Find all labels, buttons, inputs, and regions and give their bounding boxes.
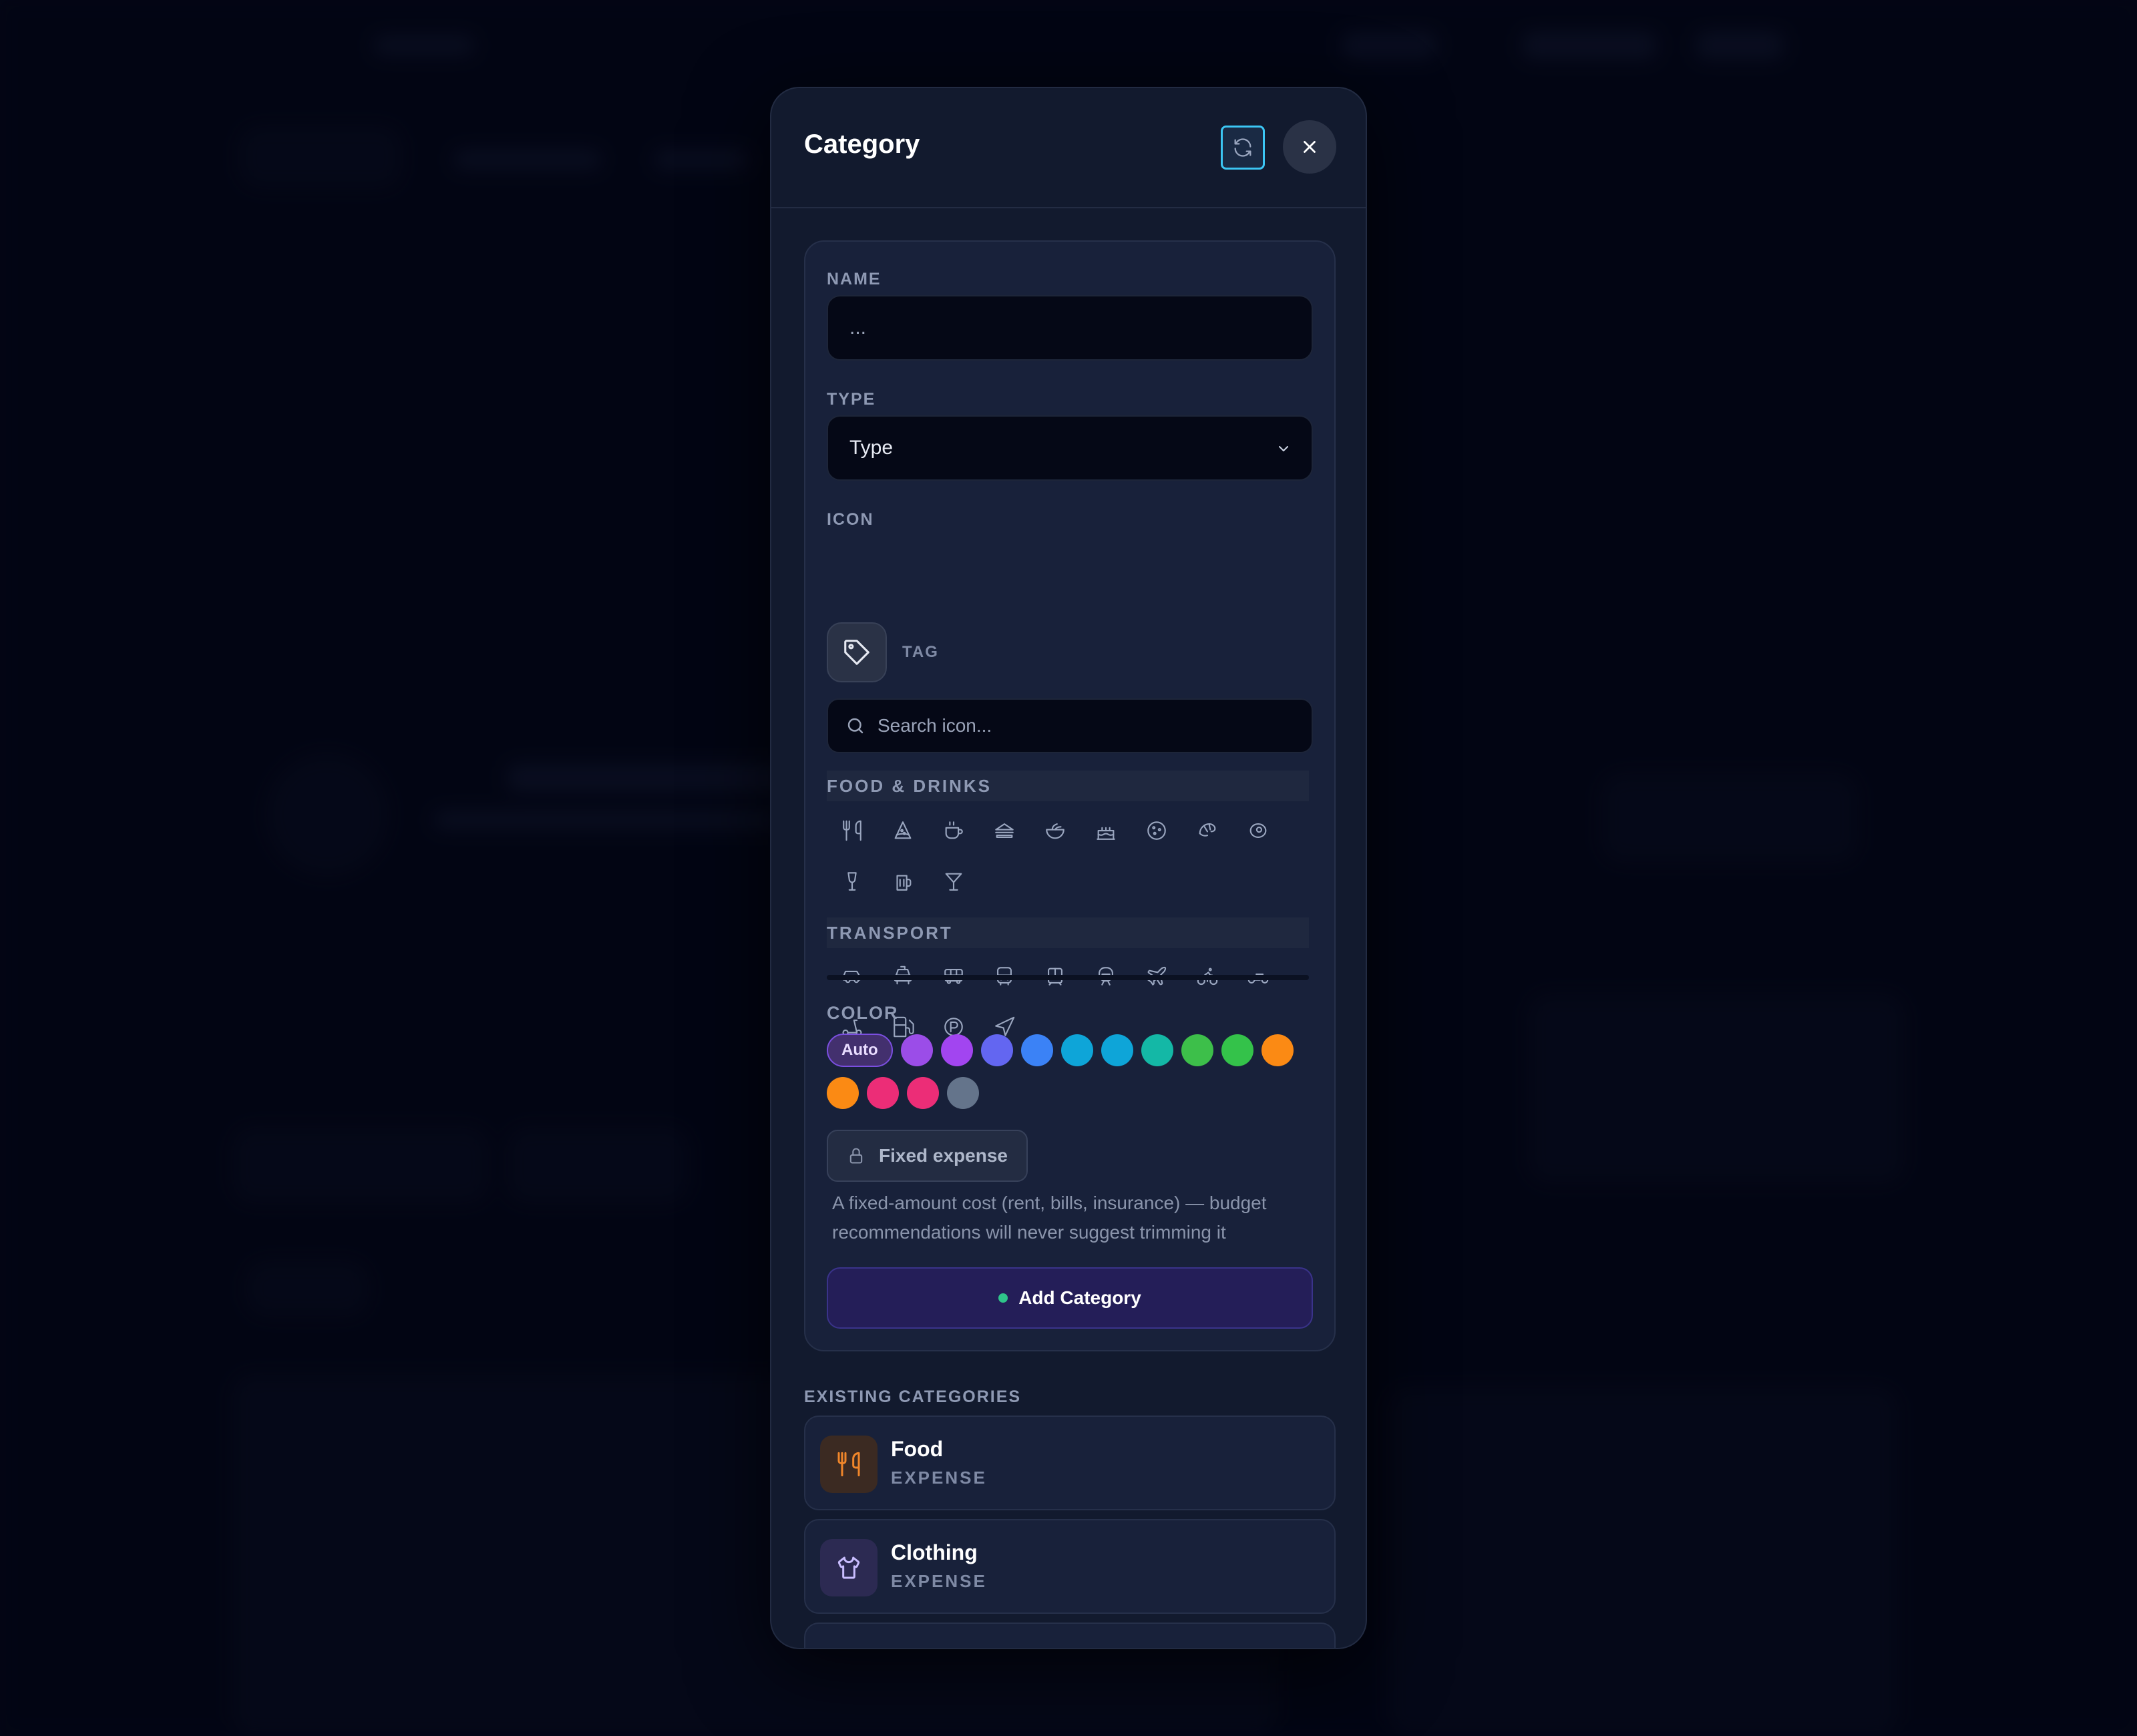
status-dot bbox=[998, 1293, 1008, 1303]
color-swatch[interactable] bbox=[947, 1077, 979, 1109]
category-item-food[interactable]: Food EXPENSE bbox=[804, 1416, 1336, 1510]
color-swatch[interactable] bbox=[940, 1034, 973, 1066]
utensils-icon bbox=[837, 1452, 860, 1477]
icon-option-utensils[interactable] bbox=[827, 805, 878, 856]
chevron-down-icon bbox=[1279, 446, 1288, 451]
pizza-icon bbox=[894, 821, 912, 839]
type-select[interactable]: Type bbox=[827, 415, 1313, 481]
lock-icon bbox=[849, 1148, 863, 1164]
close-icon bbox=[1304, 141, 1316, 153]
color-swatch[interactable] bbox=[1020, 1034, 1053, 1066]
category-modal: Category NAME TYPE Type ICON bbox=[770, 87, 1367, 1649]
icon-option-croissant[interactable] bbox=[1182, 805, 1233, 856]
color-label: COLOR bbox=[827, 1003, 899, 1023]
icon-search-input[interactable] bbox=[878, 715, 1278, 736]
add-category-button[interactable]: Add Category bbox=[827, 1267, 1313, 1329]
type-select-value: Type bbox=[849, 437, 894, 459]
cake-icon bbox=[1097, 827, 1115, 840]
category-form: NAME TYPE Type ICON TAG FOOD & DRINKS TR… bbox=[804, 240, 1336, 1351]
fixed-expense-toggle[interactable]: Fixed expense bbox=[827, 1130, 1028, 1182]
color-auto-chip[interactable]: Auto bbox=[827, 1034, 893, 1067]
icon-option-cake[interactable] bbox=[1081, 805, 1131, 856]
type-label: TYPE bbox=[827, 390, 876, 409]
icon-group-transport-title: TRANSPORT bbox=[827, 917, 1309, 948]
selected-icon-preview bbox=[827, 622, 887, 682]
category-icon-wrapper bbox=[820, 1539, 878, 1596]
icon-grid-food bbox=[827, 805, 1309, 907]
icon-option-wine[interactable] bbox=[827, 856, 878, 907]
category-name: Food bbox=[891, 1437, 944, 1461]
category-icon-wrapper bbox=[820, 1436, 878, 1493]
color-swatch[interactable] bbox=[907, 1077, 939, 1109]
icon-option-salad[interactable] bbox=[1030, 805, 1081, 856]
color-swatch[interactable] bbox=[900, 1034, 933, 1066]
utensils-icon bbox=[843, 820, 861, 841]
cookie-icon bbox=[1147, 821, 1166, 840]
wine-icon bbox=[847, 872, 857, 891]
coffee-icon bbox=[945, 821, 963, 839]
fixed-expense-label: Fixed expense bbox=[879, 1145, 1008, 1166]
color-swatch[interactable] bbox=[1141, 1034, 1173, 1066]
category-type: EXPENSE bbox=[891, 1468, 987, 1488]
existing-categories-label: EXISTING CATEGORIES bbox=[804, 1387, 1022, 1406]
fixed-expense-description: A fixed-amount cost (rent, bills, insura… bbox=[832, 1192, 1267, 1243]
color-swatch[interactable] bbox=[1261, 1034, 1294, 1066]
shirt-icon bbox=[837, 1556, 860, 1579]
icon-option-beer[interactable] bbox=[878, 856, 928, 907]
category-name: Clothing bbox=[891, 1540, 978, 1564]
color-swatch[interactable] bbox=[1181, 1034, 1213, 1066]
tag-icon bbox=[844, 640, 869, 665]
icon-label: ICON bbox=[827, 510, 874, 529]
beer-icon bbox=[896, 875, 912, 891]
close-button[interactable] bbox=[1283, 120, 1336, 174]
name-label: NAME bbox=[827, 270, 882, 288]
name-input[interactable] bbox=[849, 316, 1250, 339]
refresh-button[interactable] bbox=[1221, 126, 1265, 170]
search-icon bbox=[847, 718, 863, 734]
salad-icon bbox=[1046, 823, 1064, 839]
add-category-label: Add Category bbox=[1018, 1287, 1141, 1308]
beef-icon bbox=[1249, 823, 1267, 838]
color-swatch[interactable] bbox=[1101, 1034, 1133, 1066]
icon-option-cookie[interactable] bbox=[1131, 805, 1182, 856]
category-item-clothing[interactable]: Clothing EXPENSE bbox=[804, 1519, 1336, 1614]
icon-list-scrollbar[interactable] bbox=[827, 975, 1309, 980]
color-swatch[interactable] bbox=[867, 1077, 899, 1109]
modal-title: Category bbox=[804, 130, 920, 159]
name-field-wrapper bbox=[827, 295, 1313, 361]
croissant-icon bbox=[1199, 823, 1216, 837]
icon-option-coffee[interactable] bbox=[928, 805, 979, 856]
refresh-icon bbox=[1234, 138, 1251, 157]
category-item-partial[interactable] bbox=[804, 1622, 1336, 1648]
color-swatch[interactable] bbox=[1221, 1034, 1253, 1066]
color-swatch[interactable] bbox=[1060, 1034, 1093, 1066]
icon-option-beef[interactable] bbox=[1233, 805, 1284, 856]
icon-group-food-title: FOOD & DRINKS bbox=[827, 771, 1309, 801]
category-type: EXPENSE bbox=[891, 1571, 987, 1591]
icon-option-pizza[interactable] bbox=[878, 805, 928, 856]
color-picker: Auto bbox=[827, 1034, 1308, 1109]
sandwich-icon bbox=[995, 823, 1014, 838]
icon-option-cocktail[interactable] bbox=[928, 856, 979, 907]
color-swatch[interactable] bbox=[827, 1077, 859, 1109]
cocktail-icon bbox=[945, 873, 962, 891]
color-swatch[interactable] bbox=[980, 1034, 1013, 1066]
modal-header: Category bbox=[771, 88, 1366, 208]
icon-search-field bbox=[827, 698, 1313, 753]
selected-icon-name: TAG bbox=[902, 643, 939, 661]
icon-option-sandwich[interactable] bbox=[979, 805, 1030, 856]
